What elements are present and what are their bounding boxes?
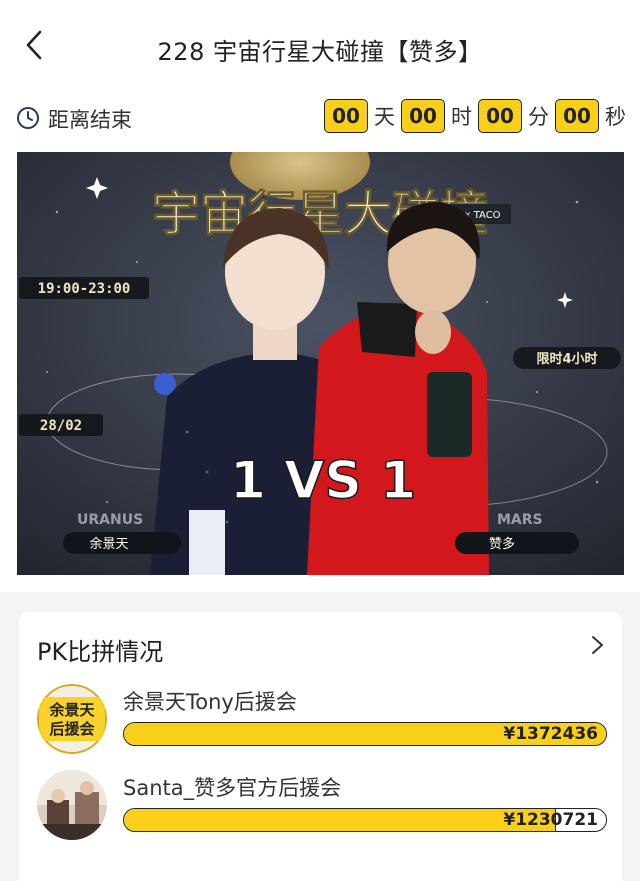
svg-text:限时4小时: 限时4小时 xyxy=(536,351,597,367)
pk-status-card[interactable]: PK比拼情况 余景天 后援会 余景天Tony后援会 ¥1372436 Santa… xyxy=(19,612,622,881)
event-banner[interactable]: 宇宙行星大碰撞 粉撕 x TACO 19:00-23:00 28/02 限时4小… xyxy=(17,152,624,575)
days-value: 00 xyxy=(324,99,368,133)
countdown-row: 距离结束 00 天 00 时 00 分 00 秒 xyxy=(0,92,640,142)
top-nav-bar: 228 宇宙行星大碰撞【赞多】 xyxy=(0,0,640,92)
page-title: 228 宇宙行星大碰撞【赞多】 xyxy=(157,38,483,66)
svg-text:赞多: 赞多 xyxy=(489,536,515,552)
time-range-tag: 19:00-23:00 xyxy=(19,277,149,299)
pk-entry-row[interactable]: 余景天 后援会 余景天Tony后援会 ¥1372436 xyxy=(37,684,607,756)
countdown-timer: 00 天 00 时 00 分 00 秒 xyxy=(324,98,626,134)
svg-text:19:00-23:00: 19:00-23:00 xyxy=(38,281,131,297)
contribution-progress-bar: ¥1230721 xyxy=(123,808,607,832)
avatar-text-line1: 余景天 xyxy=(48,701,95,719)
left-planet-label: URANUS xyxy=(77,512,143,528)
days-unit: 天 xyxy=(374,105,395,129)
date-tag: 28/02 xyxy=(19,414,103,436)
time-limit-tag: 限时4小时 xyxy=(513,347,621,369)
pk-entry-row[interactable]: Santa_赞多官方后援会 ¥1230721 xyxy=(37,770,607,842)
svg-text:28/02: 28/02 xyxy=(40,418,82,434)
right-name-pill: 赞多 xyxy=(455,532,579,554)
seconds-unit: 秒 xyxy=(605,105,626,129)
fan-club-avatar: 余景天 后援会 xyxy=(37,684,107,754)
contribution-amount: ¥1230721 xyxy=(503,810,598,830)
seconds-value: 00 xyxy=(555,99,599,133)
vs-text: 1 VS 1 xyxy=(230,451,416,511)
right-planet-label: MARS xyxy=(497,512,543,528)
chevron-right-icon[interactable] xyxy=(586,634,608,656)
hours-unit: 时 xyxy=(451,105,472,129)
hours-value: 00 xyxy=(401,99,445,133)
minutes-unit: 分 xyxy=(528,105,549,129)
contribution-amount: ¥1372436 xyxy=(503,724,598,744)
banner-artwork: 宇宙行星大碰撞 粉撕 x TACO 19:00-23:00 28/02 限时4小… xyxy=(17,152,624,575)
contribution-progress-bar: ¥1372436 xyxy=(123,722,607,746)
fan-club-avatar xyxy=(37,770,107,840)
minutes-value: 00 xyxy=(478,99,522,133)
clock-icon xyxy=(17,107,39,129)
pk-section-title: PK比拼情况 xyxy=(37,638,164,666)
fan-club-name: Santa_赞多官方后援会 xyxy=(123,776,342,800)
svg-text:余景天: 余景天 xyxy=(89,536,128,552)
avatar-text-line2: 后援会 xyxy=(49,720,94,738)
left-name-pill: 余景天 xyxy=(63,532,181,554)
progress-fill xyxy=(124,809,556,831)
fan-club-name: 余景天Tony后援会 xyxy=(123,690,297,714)
countdown-label: 距离结束 xyxy=(48,108,132,132)
